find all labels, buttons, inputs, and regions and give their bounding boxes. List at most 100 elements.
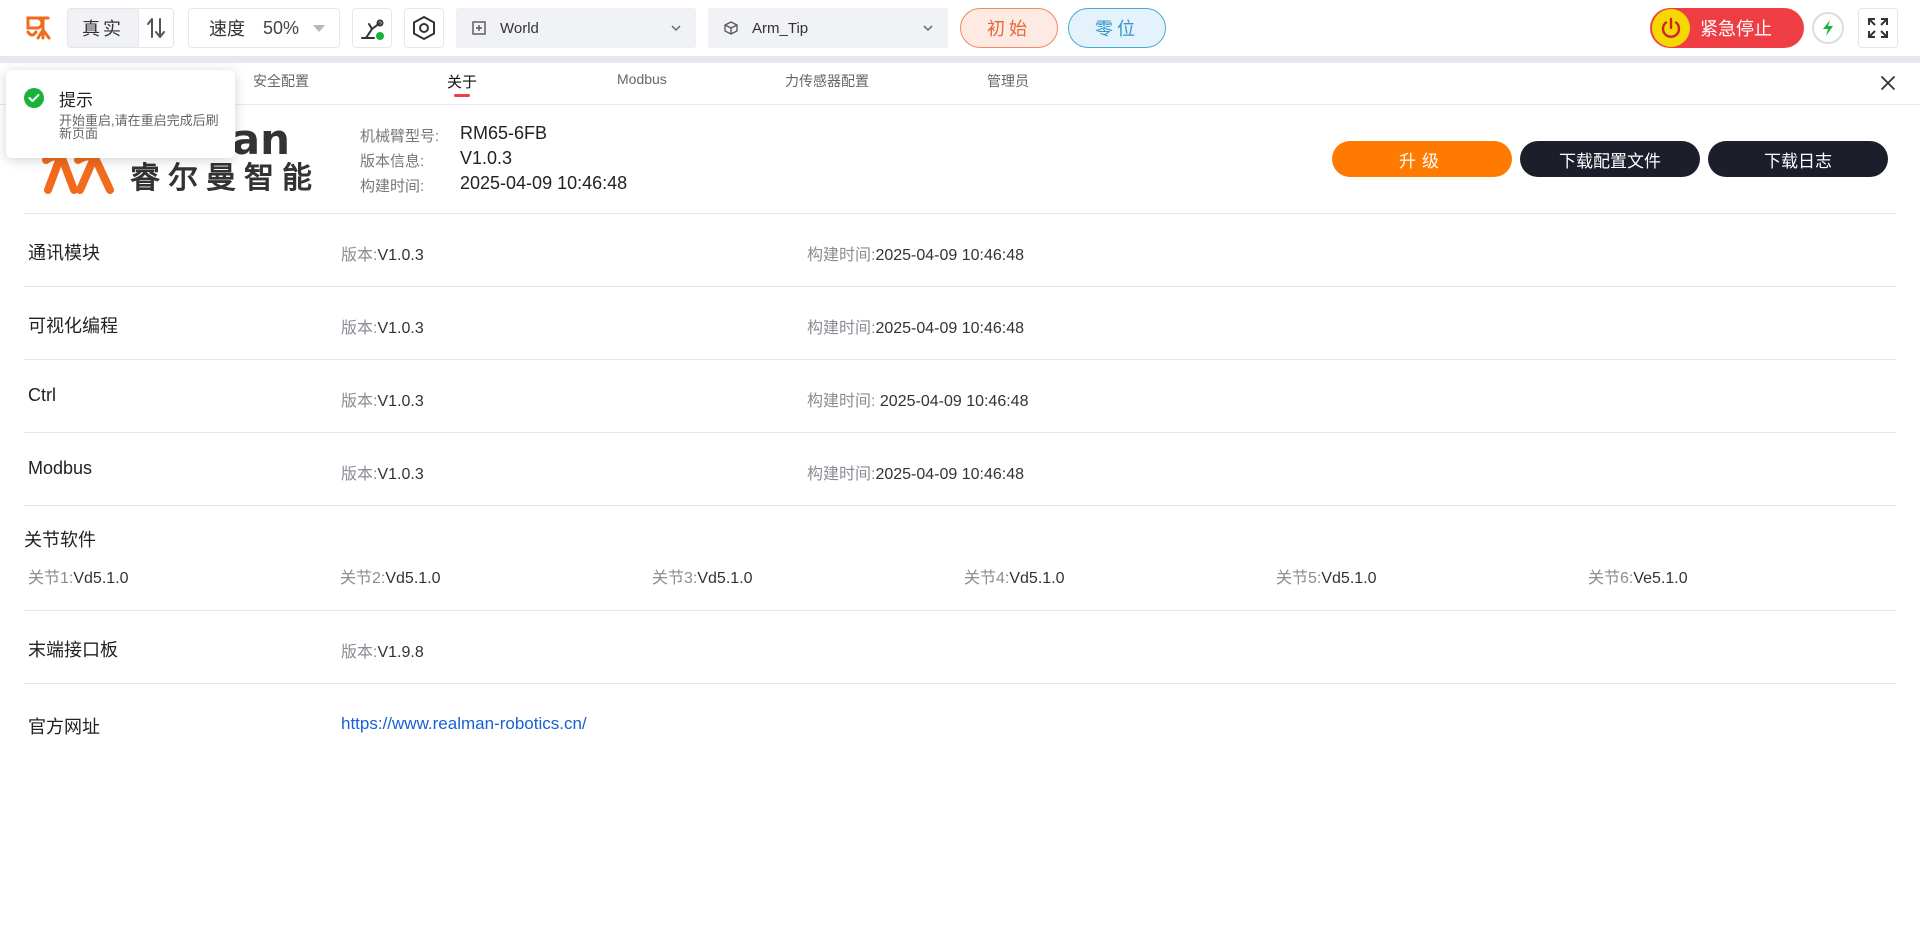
joint-label: 关节3: (652, 570, 698, 587)
logo-brand-cn: 睿尔曼智能 (130, 161, 320, 194)
joint-label: 关节2: (340, 570, 386, 587)
build-time-label: 构建时间: (807, 393, 876, 410)
joint-value: Vd5.1.0 (1009, 570, 1065, 587)
divider (24, 359, 1896, 360)
toolbar-divider (0, 56, 1920, 63)
hexagon-settings-button[interactable] (404, 8, 444, 48)
build-time-value: 2025-04-09 10:46:48 (875, 320, 1025, 337)
module-name: Modbus (28, 458, 93, 478)
toast-message: 开始重启,请在重启完成后刷新页面 (59, 113, 219, 141)
coordinate-frame-select[interactable]: World (456, 8, 696, 48)
brand-logo-icon[interactable] (24, 14, 52, 42)
joint-version: 关节1:Vd5.1.0 (28, 564, 129, 588)
module-build-time: 构建时间: 2025-04-09 10:46:48 (807, 387, 1028, 411)
module-version: 版本:V1.0.3 (341, 387, 424, 411)
toast-title: 提示 (59, 91, 93, 110)
version-label: 版本: (341, 644, 378, 661)
power-icon (1652, 9, 1690, 47)
robot-arm-button[interactable] (352, 8, 392, 48)
joint-value: Vd5.1.0 (1321, 570, 1377, 587)
download-log-button[interactable]: 下载日志 (1708, 141, 1888, 177)
divider (24, 505, 1896, 506)
module-name: 通讯模块 (28, 243, 100, 263)
tool-value: Arm_Tip (752, 19, 809, 37)
frame-value: World (500, 19, 539, 37)
divider (24, 432, 1896, 433)
version-label: 版本: (341, 320, 378, 337)
emergency-stop-button[interactable]: 紧急停止 (1650, 8, 1804, 48)
version-value: V1.0.3 (377, 247, 424, 264)
module-version: 版本:V1.0.3 (341, 314, 424, 338)
chevron-down-icon (671, 25, 681, 32)
joint-label: 关节6: (1588, 570, 1634, 587)
version-label: 版本信息: (360, 153, 425, 170)
build-time-label: 构建时间: (807, 466, 876, 483)
download-config-button[interactable]: 下载配置文件 (1520, 141, 1700, 177)
joint-value: Vd5.1.0 (73, 570, 129, 587)
speed-select[interactable]: 速度 50% (188, 8, 340, 48)
fullscreen-icon (1868, 18, 1888, 38)
caret-down-icon (313, 24, 326, 32)
joint-value: Vd5.1.0 (385, 570, 441, 587)
tab-modbus[interactable]: Modbus (617, 71, 667, 87)
top-toolbar: 真实 速度 50% World Arm_Tip 初始 零位 紧急停止 (0, 0, 1920, 56)
website-link[interactable]: https://www.realman-robotics.cn/ (341, 714, 587, 734)
build-time-label: 构建时间: (807, 320, 876, 337)
swap-icon[interactable] (138, 9, 173, 47)
tool-frame-select[interactable]: Arm_Tip (708, 8, 948, 48)
end-board-version: 版本:V1.9.8 (341, 638, 424, 662)
tab-force-sensor[interactable]: 力传感器配置 (785, 71, 869, 91)
joint-version: 关节3:Vd5.1.0 (652, 564, 753, 588)
chevron-down-icon (923, 25, 933, 32)
joint-version: 关节4:Vd5.1.0 (964, 564, 1065, 588)
version-value: V1.0.3 (460, 148, 513, 168)
upgrade-button[interactable]: 升级 (1332, 141, 1512, 177)
divider (24, 286, 1896, 287)
build-time-value: 2025-04-09 10:46:48 (460, 173, 628, 193)
build-time-value: 2025-04-09 10:46:48 (875, 247, 1025, 264)
joint-label: 关节4: (964, 570, 1010, 587)
version-label: 版本: (341, 393, 378, 410)
module-name: 可视化编程 (28, 316, 118, 336)
model-value: RM65-6FB (460, 123, 548, 143)
joint-label: 关节5: (1276, 570, 1322, 587)
module-version: 版本:V1.0.3 (341, 460, 424, 484)
mode-label: 真实 (68, 9, 138, 47)
tab-safety-config[interactable]: 安全配置 (253, 71, 309, 91)
build-time-label: 构建时间: (807, 247, 876, 264)
active-tab-indicator (454, 94, 470, 97)
joint-version: 关节2:Vd5.1.0 (340, 564, 441, 588)
settings-tabs: 安全配置 关于 Modbus 力传感器配置 管理员 (0, 63, 1920, 105)
joint-version: 关节6:Ve5.1.0 (1588, 564, 1688, 588)
build-time-value: 2025-04-09 10:46:48 (875, 393, 1029, 410)
version-label: 版本: (341, 466, 378, 483)
hexagon-settings-icon (413, 15, 435, 41)
model-label: 机械臂型号: (360, 128, 440, 145)
close-icon[interactable] (1876, 71, 1900, 95)
tab-about[interactable]: 关于 (447, 71, 477, 92)
fullscreen-button[interactable] (1858, 8, 1898, 48)
init-button[interactable]: 初始 (960, 8, 1058, 48)
joint-value: Vd5.1.0 (697, 570, 753, 587)
website-label: 官方网址 (28, 717, 100, 737)
version-value: V1.0.3 (377, 393, 424, 410)
module-build-time: 构建时间:2025-04-09 10:46:48 (807, 314, 1024, 338)
speed-value: 50% (263, 17, 300, 38)
zero-position-button[interactable]: 零位 (1068, 8, 1166, 48)
version-value: V1.9.8 (377, 644, 424, 661)
version-label: 版本: (341, 247, 378, 264)
joint-software-title: 关节软件 (24, 530, 96, 550)
lightning-icon (1812, 12, 1844, 44)
module-version: 版本:V1.0.3 (341, 241, 424, 265)
module-name: Ctrl (28, 385, 56, 405)
tab-admin[interactable]: 管理员 (987, 71, 1029, 91)
mode-toggle[interactable]: 真实 (67, 8, 174, 48)
divider (24, 610, 1896, 611)
estop-label: 紧急停止 (1700, 19, 1772, 39)
frame-icon (472, 21, 486, 35)
check-circle-icon (24, 88, 44, 108)
joint-label: 关节1: (28, 570, 74, 587)
version-value: V1.0.3 (377, 466, 424, 483)
build-time-label: 构建时间: (360, 178, 425, 195)
divider (24, 683, 1896, 684)
